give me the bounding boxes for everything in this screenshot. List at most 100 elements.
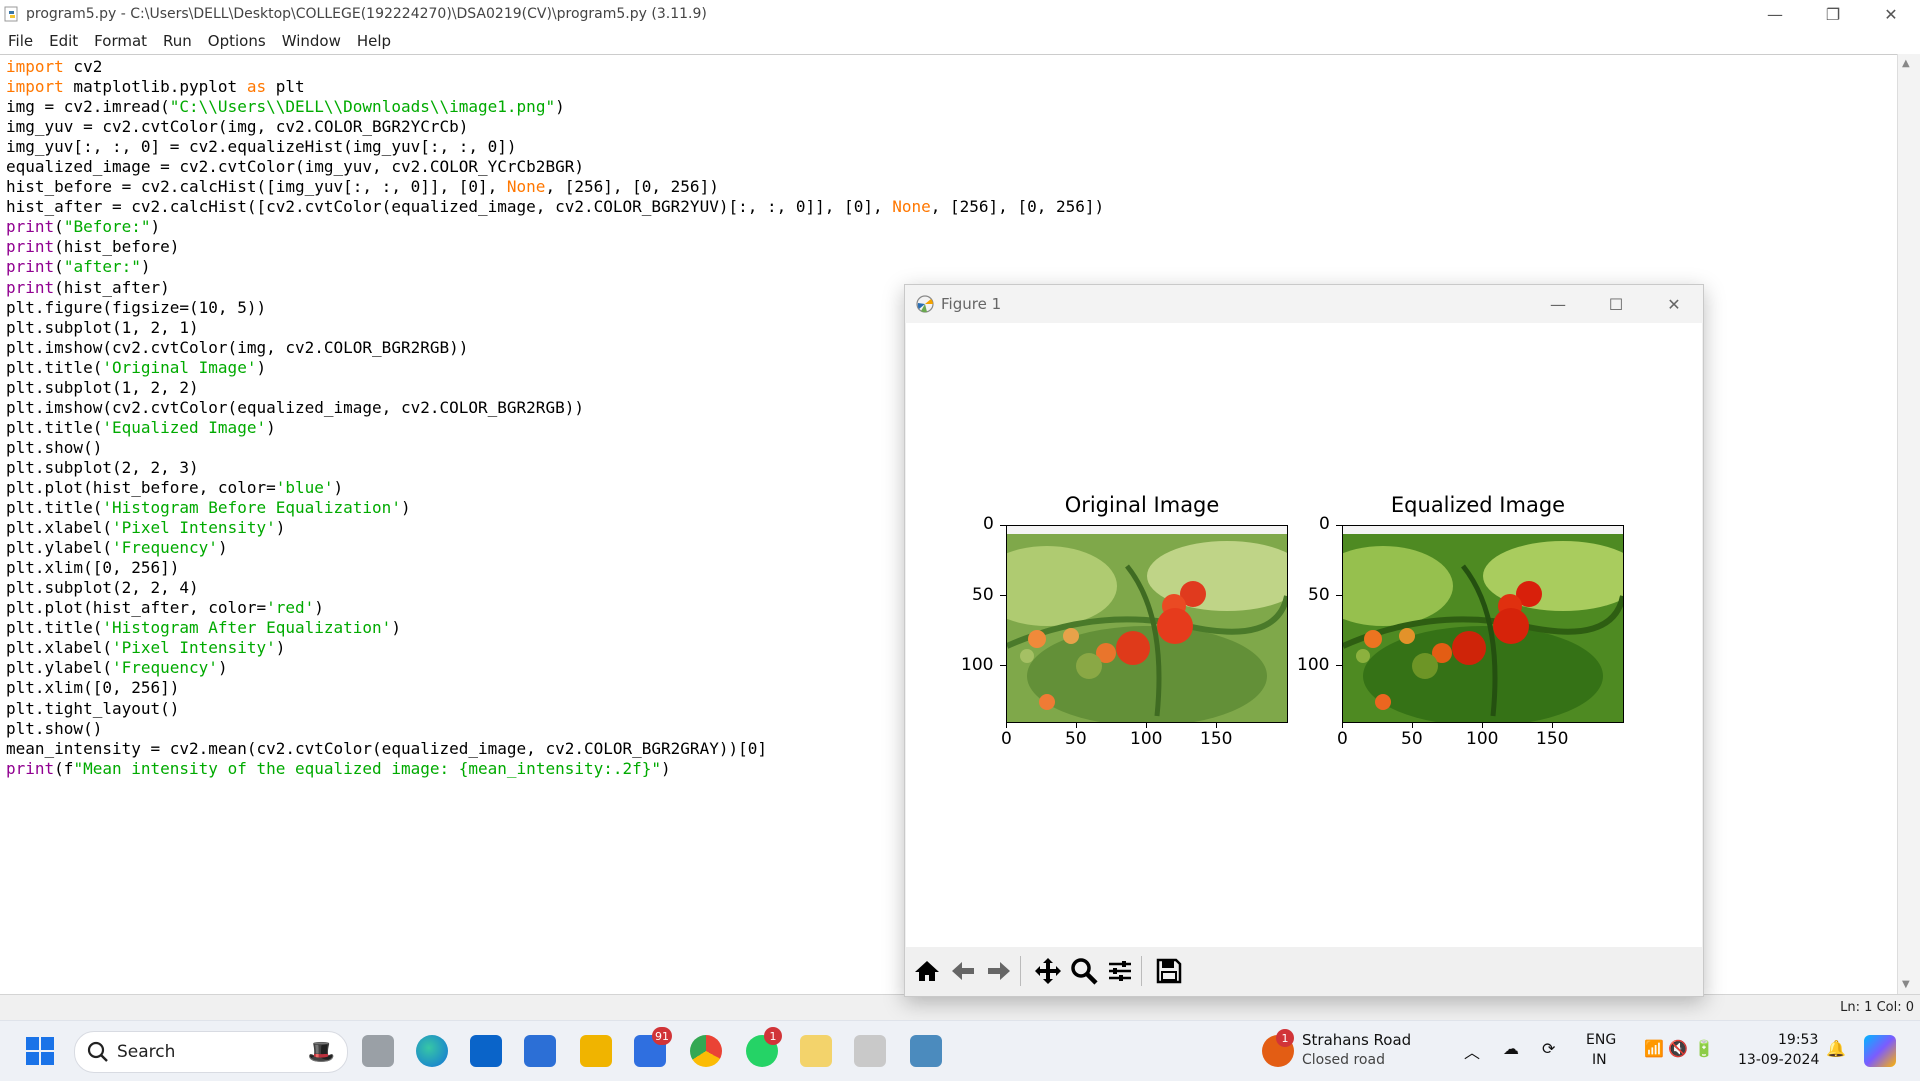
figure-minimize-button[interactable]: —	[1529, 285, 1587, 323]
configure-icon[interactable]	[1105, 955, 1135, 987]
save-icon[interactable]	[1154, 955, 1184, 987]
code-line[interactable]: plt.ylabel('Frequency')	[6, 658, 228, 677]
code-line[interactable]: plt.xlim([0, 256])	[6, 558, 179, 577]
minimize-button[interactable]: —	[1746, 0, 1804, 28]
subplot-title-equalized: Equalized Image	[1390, 493, 1566, 517]
python-launcher-icon[interactable]	[910, 1035, 942, 1067]
code-line[interactable]: import cv2	[6, 57, 102, 76]
code-line[interactable]: plt.show()	[6, 438, 102, 457]
language-line1[interactable]: ENG	[1586, 1032, 1616, 1048]
code-line[interactable]: plt.title('Equalized Image')	[6, 418, 276, 437]
code-line[interactable]: hist_before = cv2.calcHist([img_yuv[:, :…	[6, 177, 719, 196]
y-tick-mark	[1000, 665, 1006, 666]
windows-start-icon[interactable]	[24, 1035, 56, 1067]
code-line[interactable]: plt.subplot(2, 2, 4)	[6, 578, 199, 597]
taskbar-search[interactable]: Search 🎩	[74, 1031, 348, 1073]
idle-icon[interactable]	[854, 1035, 886, 1067]
cursor-position: Ln: 1 Col: 0	[1840, 1000, 1914, 1015]
code-line[interactable]: print("Before:")	[6, 217, 160, 236]
clock-date[interactable]: 13-09-2024	[1738, 1052, 1819, 1068]
code-line[interactable]: plt.show()	[6, 719, 102, 738]
wifi-icon[interactable]: 📶	[1644, 1039, 1664, 1058]
code-line[interactable]: img_yuv[:, :, 0] = cv2.equalizeHist(img_…	[6, 137, 517, 156]
code-line[interactable]: plt.subplot(1, 2, 1)	[6, 318, 199, 337]
chrome-icon[interactable]	[690, 1035, 722, 1067]
code-line[interactable]: plt.ylabel('Frequency')	[6, 538, 228, 557]
y-tick-mark	[1336, 595, 1342, 596]
code-line[interactable]: equalized_image = cv2.cvtColor(img_yuv, …	[6, 157, 584, 176]
code-line[interactable]: plt.imshow(cv2.cvtColor(equalized_image,…	[6, 398, 584, 417]
menu-window[interactable]: Window	[274, 32, 349, 50]
battery-icon[interactable]: 🔋	[1694, 1039, 1714, 1058]
back-icon[interactable]	[948, 955, 978, 987]
forward-icon[interactable]	[984, 955, 1014, 987]
chevron-up-icon[interactable]: ︿	[1464, 1039, 1480, 1063]
close-button[interactable]: ✕	[1862, 0, 1920, 28]
language-line2: IN	[1592, 1052, 1607, 1068]
notification-bell-icon[interactable]: 🔔	[1826, 1039, 1846, 1058]
code-line[interactable]: import matplotlib.pyplot as plt	[6, 77, 305, 96]
code-line[interactable]: plt.tight_layout()	[6, 699, 179, 718]
code-line[interactable]: print("after:")	[6, 257, 151, 276]
home-icon[interactable]	[912, 955, 942, 987]
scroll-up-icon[interactable]: ▲	[1902, 58, 1910, 69]
file-explorer-icon[interactable]	[580, 1035, 612, 1067]
volume-muted-icon[interactable]: 🔇	[1668, 1039, 1688, 1058]
code-line[interactable]: print(hist_after)	[6, 278, 170, 297]
code-line[interactable]: mean_intensity = cv2.mean(cv2.cvtColor(e…	[6, 739, 767, 758]
code-line[interactable]: print(f"Mean intensity of the equalized …	[6, 759, 671, 778]
code-line[interactable]: plt.imshow(cv2.cvtColor(img, cv2.COLOR_B…	[6, 338, 468, 357]
clock-time[interactable]: 19:53	[1778, 1032, 1818, 1048]
mail-icon[interactable]: 91	[634, 1027, 672, 1067]
copilot-icon[interactable]	[1864, 1035, 1896, 1067]
figure-canvas[interactable]: Original Image Equalized Image 0 50 100 …	[906, 323, 1702, 947]
subplot-title-original: Original Image	[1064, 493, 1220, 517]
code-line[interactable]: plt.figure(figsize=(10, 5))	[6, 298, 266, 317]
code-line[interactable]: plt.title('Histogram After Equalization'…	[6, 618, 401, 637]
code-line[interactable]: plt.xlabel('Pixel Intensity')	[6, 518, 285, 537]
code-line[interactable]: plt.xlim([0, 256])	[6, 678, 179, 697]
task-view-icon[interactable]	[362, 1035, 394, 1067]
code-line[interactable]: hist_after = cv2.calcHist([cv2.cvtColor(…	[6, 197, 1104, 216]
taskbar: Search 🎩 91 1 1 Strahans Road Closed roa…	[0, 1020, 1920, 1081]
menu-format[interactable]: Format	[86, 32, 155, 50]
scroll-down-icon[interactable]: ▼	[1902, 979, 1910, 990]
whatsapp-icon[interactable]: 1	[746, 1027, 782, 1067]
y-tick-label: 100	[961, 655, 994, 675]
traffic-alert-icon[interactable]: 1	[1262, 1029, 1294, 1067]
code-line[interactable]: plt.title('Original Image')	[6, 358, 266, 377]
toolbar-separator	[1020, 956, 1021, 986]
outlook-icon[interactable]	[470, 1035, 502, 1067]
pan-icon[interactable]	[1033, 955, 1063, 987]
traffic-title[interactable]: Strahans Road	[1302, 1031, 1411, 1049]
menu-edit[interactable]: Edit	[41, 32, 86, 50]
x-tick-label: 150	[1536, 729, 1569, 749]
figure-close-button[interactable]: ✕	[1645, 285, 1703, 323]
zoom-icon[interactable]	[1069, 955, 1099, 987]
y-tick-label: 0	[1319, 514, 1330, 534]
code-line[interactable]: plt.subplot(2, 2, 3)	[6, 458, 199, 477]
x-tick-label: 100	[1130, 729, 1163, 749]
code-line[interactable]: plt.subplot(1, 2, 2)	[6, 378, 199, 397]
restore-button[interactable]: ❐	[1804, 0, 1862, 28]
x-tick-label: 0	[1001, 729, 1012, 749]
code-line[interactable]: img_yuv = cv2.cvtColor(img, cv2.COLOR_BG…	[6, 117, 468, 136]
menu-help[interactable]: Help	[349, 32, 399, 50]
code-line[interactable]: plt.xlabel('Pixel Intensity')	[6, 638, 285, 657]
x-tick-label: 0	[1337, 729, 1348, 749]
code-line[interactable]: plt.plot(hist_after, color='red')	[6, 598, 324, 617]
code-line[interactable]: plt.plot(hist_before, color='blue')	[6, 478, 343, 497]
menu-file[interactable]: File	[0, 32, 41, 50]
python-icon[interactable]	[800, 1035, 832, 1067]
code-line[interactable]: print(hist_before)	[6, 237, 179, 256]
sync-icon[interactable]: ⟳	[1542, 1039, 1555, 1058]
code-line[interactable]: img = cv2.imread("C:\\Users\\DELL\\Downl…	[6, 97, 565, 116]
vertical-scrollbar[interactable]: ▲ ▼	[1897, 54, 1920, 994]
onedrive-icon[interactable]: ☁	[1503, 1039, 1519, 1058]
microsoft-store-icon[interactable]	[524, 1035, 556, 1067]
menu-options[interactable]: Options	[200, 32, 274, 50]
edge-icon[interactable]	[416, 1035, 448, 1067]
code-line[interactable]: plt.title('Histogram Before Equalization…	[6, 498, 411, 517]
figure-maximize-button[interactable]: ☐	[1587, 285, 1645, 323]
menu-run[interactable]: Run	[155, 32, 200, 50]
